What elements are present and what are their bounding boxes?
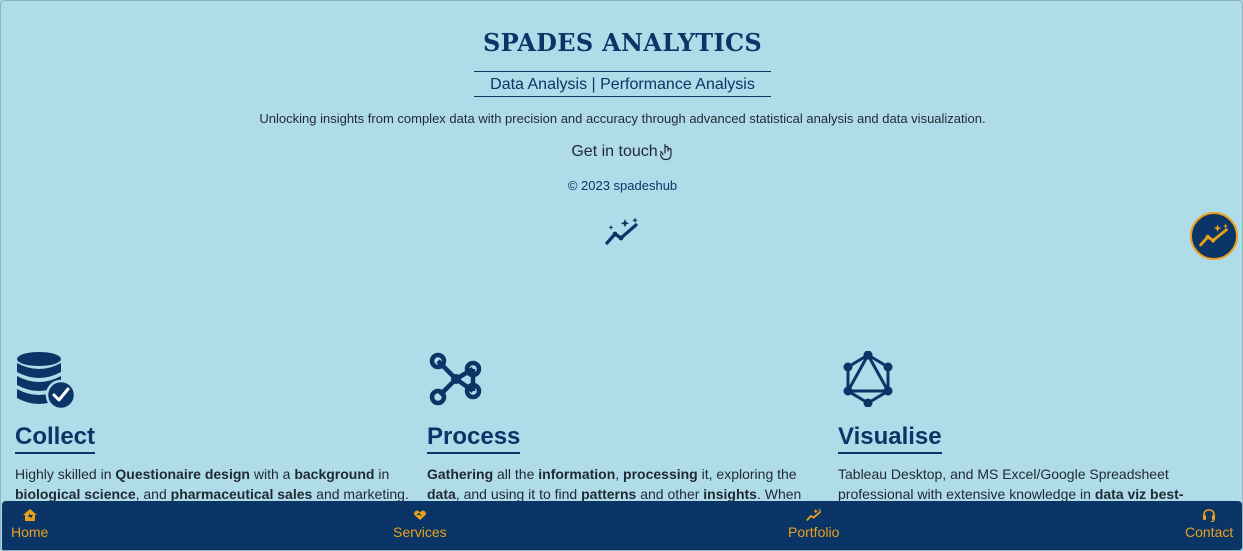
service-title: Visualise [838, 423, 942, 454]
graph-network-icon [843, 350, 893, 408]
get-in-touch-label: Get in touch [571, 143, 658, 160]
service-description: Tableau Desktop, and MS Excel/Google Spr… [838, 464, 1233, 504]
floating-action-button[interactable] [1190, 212, 1238, 260]
service-title: Collect [15, 423, 96, 454]
database-check-icon [17, 352, 77, 411]
service-title: Process [427, 423, 521, 454]
nav-item-home[interactable]: Home [11, 507, 48, 541]
description-line-1: Gathering all the information, processin… [427, 466, 797, 482]
nav-label: Contact [1185, 524, 1234, 540]
nav-item-portfolio[interactable]: Portfolio [788, 507, 839, 541]
nav-item-contact[interactable]: Contact [1185, 507, 1233, 541]
network-nodes-icon [429, 352, 482, 406]
tagline: Unlocking insights from complex data wit… [259, 111, 986, 126]
handshake-heart-icon [413, 510, 426, 520]
sparkle-chart-icon [605, 217, 638, 245]
service-card-process: Process Gathering all the information, p… [427, 351, 822, 504]
headset-icon [1203, 509, 1216, 523]
service-description: Gathering all the information, processin… [427, 464, 822, 504]
description-line-1: Tableau Desktop, and MS Excel/Google Spr… [838, 466, 1169, 482]
sparkle-chart-icon [1199, 223, 1229, 247]
service-card-collect: Collect Highly skilled in Questionaire d… [15, 351, 410, 524]
nav-label: Portfolio [788, 524, 840, 540]
bottom-nav: Home Services Portfolio Contact [2, 501, 1242, 550]
service-card-visualise: Visualise Tableau Desktop, and MS Excel/… [838, 350, 1233, 504]
brand-title: SPADES ANALYTICS [482, 28, 763, 57]
page: SPADES ANALYTICS Data Analysis | Perform… [0, 0, 1243, 551]
copyright: © 2023 spadeshub [567, 178, 678, 193]
description-line-1: Highly skilled in Questionaire design wi… [15, 466, 390, 482]
pointer-hand-icon [659, 143, 672, 161]
cta-row: Get in touch [1, 143, 1242, 161]
get-in-touch-link[interactable]: Get in touch [571, 143, 673, 161]
nav-label: Home [11, 524, 49, 540]
nav-label: Services [393, 524, 447, 540]
home-icon [22, 509, 37, 521]
description-line-2: professional with extensive knowledge in… [838, 486, 1184, 502]
description-line-2: data, and using it to find patterns and … [427, 486, 802, 502]
subtitle: Data Analysis | Performance Analysis [490, 76, 755, 93]
nav-item-services[interactable]: Services [393, 507, 447, 541]
sparkle-chart-icon [806, 508, 822, 521]
subtitle-box: Data Analysis | Performance Analysis [474, 71, 771, 97]
